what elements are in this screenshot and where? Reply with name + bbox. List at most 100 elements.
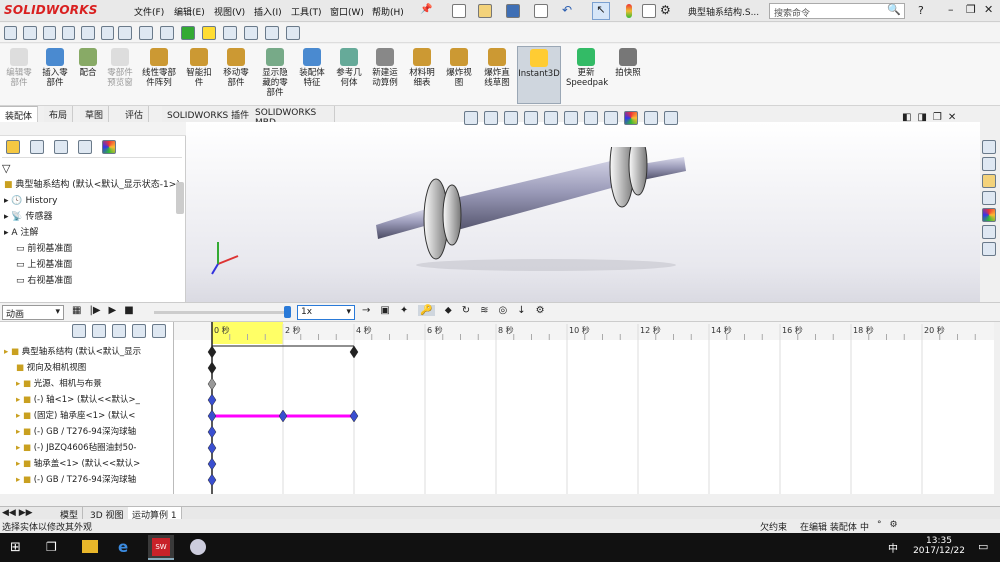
view-orientation-icon[interactable]: [564, 111, 578, 125]
search-icon[interactable]: 🔍: [887, 3, 901, 16]
section-view-icon[interactable]: [524, 111, 538, 125]
graphics-area[interactable]: ◧ ◨ ❐ ✕: [186, 111, 980, 302]
menu-edit[interactable]: 编辑(E): [174, 5, 205, 18]
ribbon-button-10[interactable]: 新建运 动算例: [368, 46, 402, 104]
notification-icon[interactable]: ▭: [978, 540, 988, 553]
tab-scroll-arrows[interactable]: ◀◀ ▶▶: [2, 508, 33, 518]
smart-dimension-icon[interactable]: [4, 26, 18, 40]
motion-tree-row[interactable]: ▸ ■ (-) 轴<1> (默认<<默认>_: [16, 392, 140, 408]
edge-browser-icon[interactable]: e: [118, 538, 128, 556]
contact-icon[interactable]: ◎: [498, 305, 507, 316]
edit-appearance-icon[interactable]: [624, 111, 638, 125]
location-pin-icon[interactable]: [181, 26, 195, 40]
motor-icon[interactable]: ↻: [462, 305, 470, 316]
filter-icon[interactable]: ▽: [2, 162, 10, 175]
file-properties-icon[interactable]: [642, 4, 656, 18]
assembly-root-item[interactable]: ■ 典型轴系结构 (默认<默认_显示状态-1>): [4, 178, 180, 193]
feature-tree-item[interactable]: ▸ 📡 传感器: [4, 210, 52, 225]
key-point[interactable]: [349, 345, 359, 359]
ribbon-button-3[interactable]: 零部件 预览窗: [104, 46, 136, 104]
zoom-to-fit-icon[interactable]: [464, 111, 478, 125]
section-view-icon[interactable]: [265, 26, 279, 40]
file-explorer-icon[interactable]: [982, 191, 996, 205]
key-point[interactable]: [207, 425, 217, 439]
view-settings-icon[interactable]: [664, 111, 678, 125]
tab-5[interactable]: SOLIDWORKS MBD: [250, 106, 335, 128]
autokey-icon[interactable]: 🔑: [418, 305, 435, 316]
configuration-manager-tab-icon[interactable]: [54, 140, 68, 154]
ribbon-button-15[interactable]: 更新 Speedpak: [566, 46, 608, 104]
restore-view-icon[interactable]: ❐: [933, 112, 942, 123]
save-animation-icon[interactable]: ▣: [380, 305, 389, 316]
add-key-icon[interactable]: ⬥: [445, 305, 452, 316]
playback-mode-icon[interactable]: →: [362, 305, 370, 316]
arc-icon[interactable]: [81, 26, 95, 40]
feature-tree-item[interactable]: ▸ 🕓 History: [4, 194, 57, 209]
ribbon-button-13[interactable]: 爆炸直 线草图: [478, 46, 516, 104]
circle-icon[interactable]: [61, 26, 76, 40]
filter-results-icon[interactable]: [132, 324, 146, 338]
playback-speed-select[interactable]: 1x ▾: [297, 305, 355, 320]
ime-punctuation-icon[interactable]: °: [877, 520, 882, 533]
feature-tree-item[interactable]: ▭ 前视基准面: [16, 242, 72, 257]
motion-tree-row[interactable]: ■ 视向及相机视图: [16, 360, 86, 376]
ribbon-button-2[interactable]: 配合: [74, 46, 102, 104]
save-icon[interactable]: [506, 4, 520, 18]
calculate-icon[interactable]: ▦: [72, 305, 81, 316]
clock[interactable]: 13:35 2017/12/22: [908, 536, 970, 556]
task-view-icon[interactable]: ❐: [46, 540, 57, 554]
gravity-icon[interactable]: ↓: [517, 305, 525, 316]
ribbon-button-0[interactable]: 编辑零 部件: [2, 46, 36, 104]
motion-tree-row[interactable]: ▸ ■ (-) GB / T276-94深沟球轴: [16, 424, 136, 440]
print-icon[interactable]: [534, 4, 548, 18]
property-manager-tab-icon[interactable]: [30, 140, 44, 154]
study-properties-icon[interactable]: ⚙: [536, 305, 545, 316]
menu-window[interactable]: 窗口(W): [330, 5, 364, 18]
display-manager-tab-icon[interactable]: [102, 140, 116, 154]
pin-icon[interactable]: 📌: [420, 4, 432, 15]
ribbon-button-4[interactable]: 线性零部 件阵列: [138, 46, 180, 104]
tab-3[interactable]: 评估: [120, 106, 150, 122]
key-point[interactable]: [207, 361, 217, 375]
ribbon-button-14[interactable]: Instant3D: [517, 46, 561, 104]
ime-settings-icon[interactable]: ⚙: [890, 520, 898, 533]
hide-show-items-icon[interactable]: [604, 111, 618, 125]
measure-icon[interactable]: [244, 26, 258, 40]
motion-tree-row[interactable]: ▸ ■ (-) JBZQ4606毡圈油封50-: [16, 440, 136, 456]
filter-selected-icon[interactable]: [112, 324, 126, 338]
ribbon-button-8[interactable]: 装配体 特征: [294, 46, 330, 104]
key-point[interactable]: [207, 377, 217, 391]
menu-file[interactable]: 文件(F): [134, 5, 164, 18]
study-type-select[interactable]: 动画 ▾: [2, 305, 64, 320]
appearances-icon[interactable]: [982, 208, 996, 222]
search-input[interactable]: 搜索命令: [769, 3, 905, 19]
filter-animated-icon[interactable]: [72, 324, 86, 338]
motion-tree-row[interactable]: ▸ ■ 轴承盖<1> (默认<<默认>: [16, 456, 140, 472]
ribbon-button-12[interactable]: 爆炸视 图: [442, 46, 476, 104]
key-point[interactable]: [207, 393, 217, 407]
play-icon[interactable]: ▶: [109, 305, 117, 316]
key-point[interactable]: [207, 473, 217, 487]
menu-help[interactable]: 帮助(H): [372, 5, 404, 18]
display-style-icon[interactable]: [286, 26, 300, 40]
settings-gear-icon[interactable]: [118, 26, 132, 40]
key-point[interactable]: [207, 457, 217, 471]
key-point[interactable]: [349, 409, 359, 423]
animation-wizard-icon[interactable]: ✦: [400, 305, 408, 316]
app-taskbar-icon[interactable]: [190, 539, 206, 555]
collapse-all-icon[interactable]: [152, 324, 166, 338]
close-view-icon[interactable]: ✕: [948, 112, 956, 123]
ribbon-button-6[interactable]: 移动零 部件: [218, 46, 254, 104]
help-question-icon[interactable]: ?: [918, 4, 924, 17]
shaft-assembly-model[interactable]: [366, 147, 696, 277]
ribbon-button-11[interactable]: 材料明 细表: [404, 46, 440, 104]
tab-4[interactable]: SOLIDWORKS 插件: [162, 106, 256, 122]
close-icon[interactable]: ✕: [984, 3, 993, 16]
custom-properties-icon[interactable]: [982, 225, 996, 239]
previous-view-icon[interactable]: [504, 111, 518, 125]
key-point[interactable]: [278, 409, 288, 423]
dynamic-annotation-icon[interactable]: [544, 111, 558, 125]
split-right-icon[interactable]: ◨: [917, 112, 926, 123]
motion-tree-row[interactable]: ▸ ■ (-) GB / T276-94深沟球轴: [16, 472, 136, 488]
undo-icon[interactable]: ↶: [562, 3, 572, 17]
